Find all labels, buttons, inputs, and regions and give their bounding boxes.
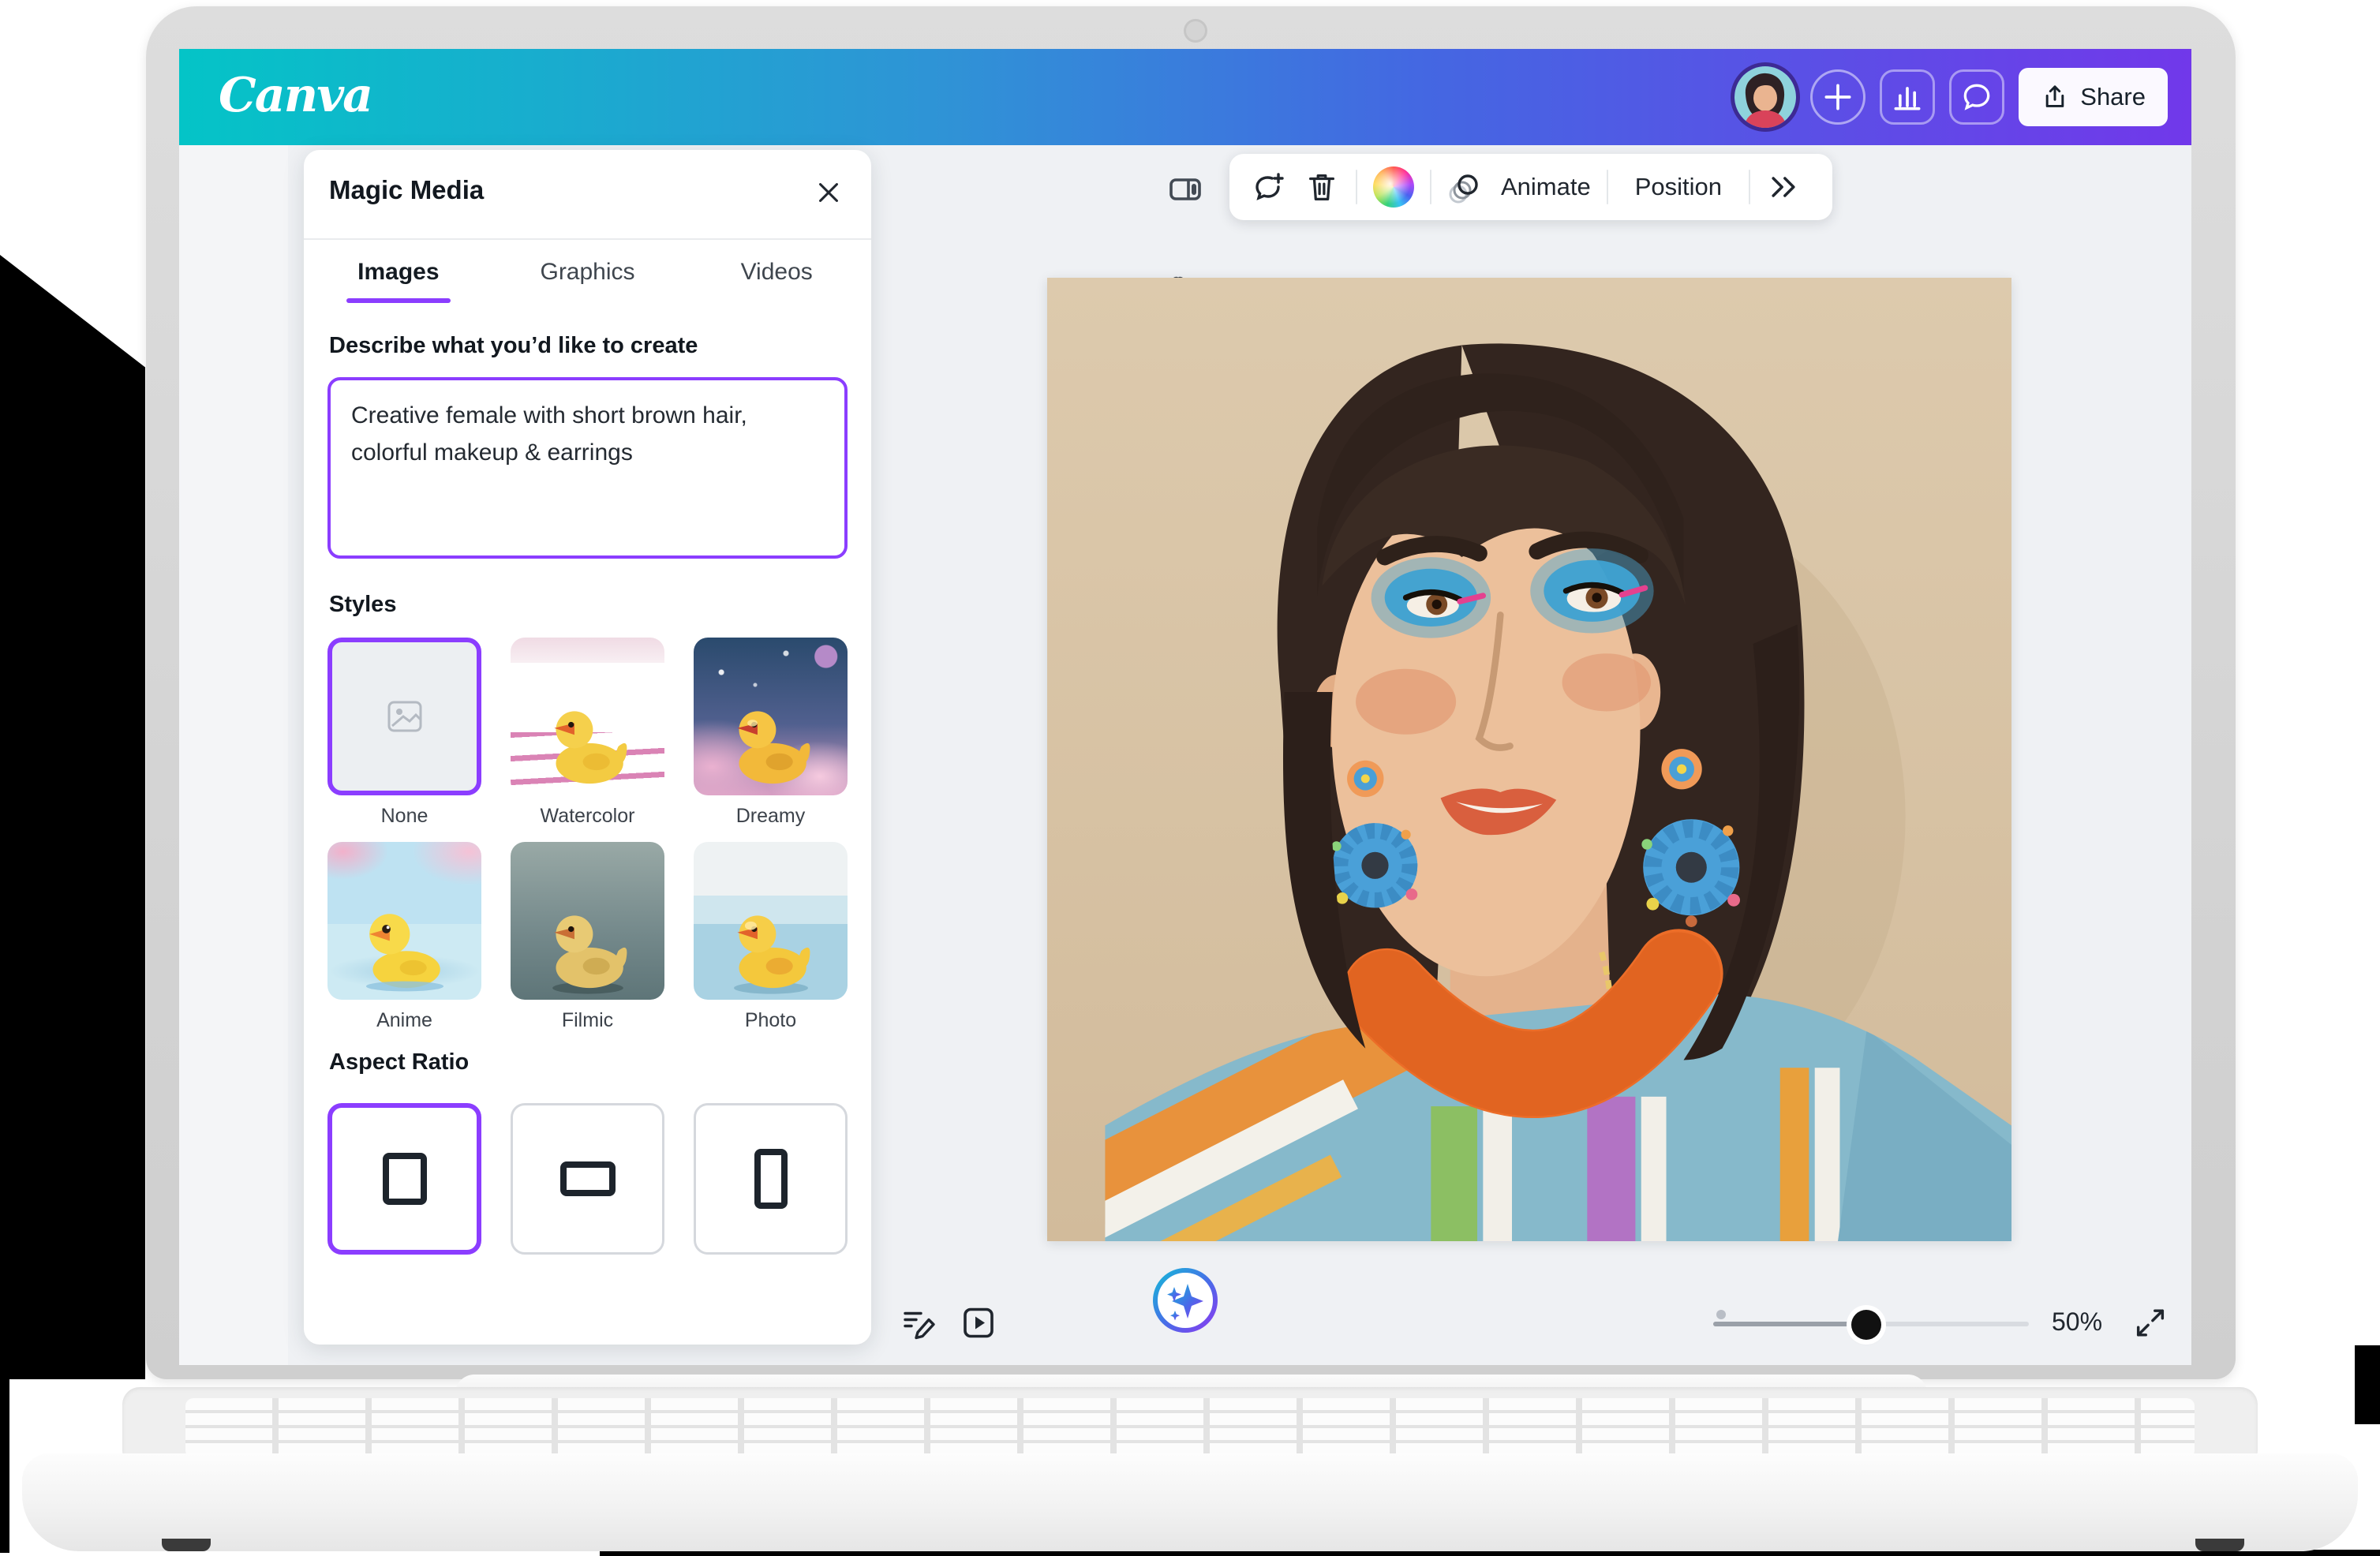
tab-images[interactable]: Images xyxy=(304,240,493,305)
duck-photo xyxy=(720,902,821,995)
top-bar-controls: Share xyxy=(1734,49,2168,145)
color-wheel-icon[interactable] xyxy=(1373,166,1414,208)
landscape-ratio-icon xyxy=(560,1161,616,1196)
canva-logo: Canva xyxy=(219,49,372,145)
canva-app-window: Canva xyxy=(179,49,2191,1365)
background-artifact-left-bottom xyxy=(0,1379,9,1553)
comment-add-icon[interactable] xyxy=(1250,168,1288,206)
sidebar-item-design[interactable] xyxy=(1165,169,1206,210)
style-option-none[interactable] xyxy=(327,638,481,795)
animate-motion-icon[interactable] xyxy=(1447,168,1485,206)
background-artifact-left xyxy=(0,255,145,1379)
background-artifact-right xyxy=(2355,1345,2380,1424)
duck-anime xyxy=(354,902,455,995)
close-button[interactable] xyxy=(806,170,851,215)
aspect-option-square[interactable] xyxy=(327,1103,481,1255)
laptop-camera xyxy=(1184,19,1207,43)
tab-videos[interactable]: Videos xyxy=(682,240,871,305)
insights-icon xyxy=(1890,80,1925,114)
laptop-base xyxy=(22,1453,2358,1551)
notes-button[interactable] xyxy=(900,1304,938,1346)
close-icon xyxy=(814,178,844,208)
ai-assistant-button[interactable] xyxy=(1151,1266,1219,1334)
page: Canva xyxy=(0,0,2380,1556)
style-label: Dreamy xyxy=(694,805,848,828)
share-button[interactable]: Share xyxy=(2019,68,2168,126)
duck-filmic xyxy=(537,902,638,995)
describe-heading: Describe what you’d like to create xyxy=(329,333,698,359)
zoom-slider-thumb[interactable] xyxy=(1851,1310,1881,1340)
style-label: Anime xyxy=(327,1009,481,1032)
share-upload-icon xyxy=(2041,83,2069,111)
style-option-anime[interactable] xyxy=(327,842,481,1000)
animate-button[interactable]: Animate xyxy=(1501,173,1591,201)
style-label: Filmic xyxy=(511,1009,664,1032)
style-option-dreamy[interactable] xyxy=(694,638,848,795)
fullscreen-button[interactable] xyxy=(2132,1305,2169,1345)
toolbar-divider xyxy=(1607,170,1608,204)
fullscreen-icon xyxy=(2132,1305,2169,1341)
image-placeholder-icon xyxy=(384,696,425,737)
aspect-option-portrait[interactable] xyxy=(694,1103,848,1255)
laptop-foot-right xyxy=(2195,1539,2244,1551)
styles-heading: Styles xyxy=(329,592,396,618)
laptop-foot-left xyxy=(162,1539,211,1551)
duck-dreamy xyxy=(720,698,821,791)
active-tab-underline xyxy=(346,298,451,303)
aspect-option-landscape[interactable] xyxy=(511,1103,664,1255)
style-label: None xyxy=(327,805,481,828)
present-button[interactable] xyxy=(960,1304,997,1346)
notes-icon xyxy=(900,1304,938,1342)
zoom-fit-marker xyxy=(1716,1310,1726,1319)
aspect-ratio-heading: Aspect Ratio xyxy=(329,1049,469,1075)
panel-tabs: Images Graphics Videos xyxy=(304,240,871,305)
more-chevrons-icon[interactable] xyxy=(1766,170,1801,204)
zoom-slider-fill xyxy=(1713,1322,1865,1326)
tab-graphics[interactable]: Graphics xyxy=(493,240,683,305)
comments-icon xyxy=(1959,80,1994,114)
laptop-keys xyxy=(185,1398,2195,1458)
magic-media-panel: Magic Media Images Graphics Videos xyxy=(304,150,871,1345)
position-button[interactable]: Position xyxy=(1624,173,1733,201)
design-icon xyxy=(1166,170,1204,208)
add-button[interactable] xyxy=(1810,69,1865,125)
trash-icon[interactable] xyxy=(1304,169,1340,205)
ai-assistant-icon xyxy=(1151,1266,1219,1334)
present-icon xyxy=(960,1304,997,1342)
avatar[interactable] xyxy=(1734,66,1796,128)
style-option-filmic[interactable] xyxy=(511,842,664,1000)
prompt-input[interactable]: Creative female with short brown hair, c… xyxy=(327,377,848,559)
style-label: Watercolor xyxy=(511,805,664,828)
style-option-watercolor[interactable] xyxy=(511,638,664,795)
zoom-percent: 50% xyxy=(2034,1307,2120,1337)
toolbar-divider xyxy=(1749,170,1750,204)
add-icon xyxy=(1821,80,1855,114)
share-label: Share xyxy=(2080,83,2146,111)
top-bar: Canva xyxy=(179,49,2191,145)
style-label: Photo xyxy=(694,1009,848,1032)
sidebar xyxy=(179,145,288,1365)
insights-button[interactable] xyxy=(1880,69,1935,125)
square-ratio-icon xyxy=(383,1153,427,1205)
portrait-photo xyxy=(1047,278,2011,1241)
comments-button[interactable] xyxy=(1949,69,2004,125)
style-option-photo[interactable] xyxy=(694,842,848,1000)
panel-title: Magic Media xyxy=(329,175,484,205)
toolbar-divider xyxy=(1430,170,1431,204)
portrait-ratio-icon xyxy=(754,1149,788,1209)
context-toolbar: Animate Position xyxy=(1229,154,1832,220)
design-canvas-image[interactable] xyxy=(1047,278,2011,1241)
toolbar-divider xyxy=(1356,170,1357,204)
duck-watercolor xyxy=(537,698,638,791)
